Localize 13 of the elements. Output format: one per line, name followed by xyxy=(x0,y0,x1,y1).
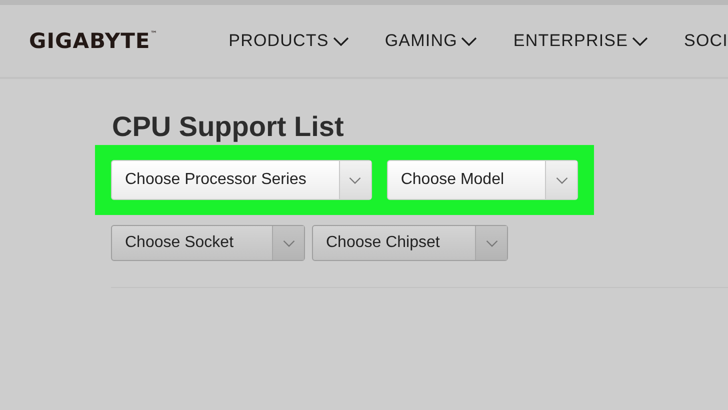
dropdown[interactable]: Choose Model xyxy=(386,160,578,200)
nav-menu-item[interactable]: ENTERPRISE xyxy=(513,31,648,51)
chevron-down-icon xyxy=(556,176,568,184)
dropdown[interactable]: Choose Socket xyxy=(111,225,305,261)
chevron-down-icon xyxy=(486,240,498,246)
logo[interactable]: GIGABYTE$^{™}$ xyxy=(29,29,229,53)
nav-menu-item[interactable]: GAMING xyxy=(384,31,478,51)
nav-menu-item[interactable]: SOCI xyxy=(684,31,728,51)
dropdown[interactable]: Choose Processor Series xyxy=(111,160,372,200)
chevron-down-icon xyxy=(282,240,294,246)
chevron-down-icon xyxy=(349,176,362,184)
nav-menu-item[interactable]: PRODUCTS xyxy=(228,31,349,51)
dropdown[interactable]: Choose Chipset xyxy=(312,225,508,261)
